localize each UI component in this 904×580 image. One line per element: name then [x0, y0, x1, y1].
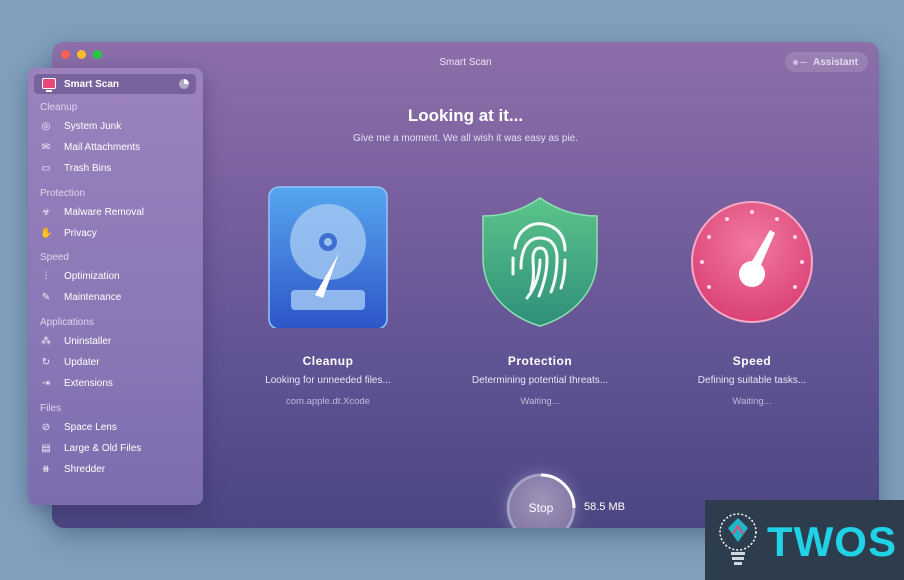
protection-title: Protection [507, 354, 573, 368]
sidebar-item-smart-scan[interactable]: Smart Scan [34, 74, 196, 94]
lens-icon: ⊘ [41, 422, 51, 433]
cleanup-detail: com.apple.dt.Xcode [286, 396, 370, 407]
section-speed: Speed [40, 252, 69, 263]
section-protection: Protection [40, 188, 86, 199]
assistant-icon [792, 59, 798, 65]
hand-icon: ✋ [40, 228, 53, 239]
sidebar-item-uninstaller[interactable]: ⁂ Uninstaller [40, 335, 111, 349]
scanned-size: 58.5 MB [584, 501, 625, 513]
extensions-icon: ⇥ [41, 378, 51, 389]
hard-drive-icon [243, 178, 413, 330]
speed-title: Speed [732, 354, 772, 368]
sidebar-item-mail-attachments[interactable]: ✉ Mail Attachments [40, 141, 140, 155]
cleanup-module: Cleanup Looking for unneeded files... co… [243, 178, 413, 407]
section-applications: Applications [40, 317, 94, 328]
sidebar-item-updater[interactable]: ↻ Updater [40, 356, 100, 370]
watermark-text: TWOS [767, 518, 897, 565]
protection-detail: Waiting... [520, 396, 560, 407]
section-cleanup: Cleanup [40, 102, 78, 113]
section-files: Files [40, 403, 62, 414]
biohazard-icon: ☣ [41, 207, 51, 218]
disk-icon: ◎ [41, 121, 51, 132]
update-icon: ↻ [41, 357, 51, 368]
shredder-icon: ⧻ [41, 464, 51, 475]
progress-ring [506, 473, 576, 528]
sidebar-item-privacy[interactable]: ✋ Privacy [40, 227, 97, 241]
watermark: TWOS [705, 500, 904, 580]
sidebar-item-extensions[interactable]: ⇥ Extensions [40, 377, 113, 391]
protection-module: Protection Determining potential threats… [455, 178, 625, 407]
mail-icon: ✉ [41, 142, 51, 153]
sidebar-item-trash-bins[interactable]: ▭ Trash Bins [40, 162, 111, 176]
apps-icon: ⁂ [41, 336, 51, 347]
assistant-label: Assistant [812, 56, 858, 68]
stop-button[interactable]: Stop [506, 473, 576, 528]
sidebar-item-maintenance[interactable]: ✎ Maintenance [40, 291, 121, 305]
cleanup-title: Cleanup [302, 354, 354, 368]
lightbulb-logo-icon [719, 513, 757, 565]
fingerprint-shield-icon [455, 178, 625, 328]
sidebar-item-label: Smart Scan [64, 79, 120, 90]
sidebar-item-malware-removal[interactable]: ☣ Malware Removal [40, 206, 145, 220]
window-title: Smart Scan [439, 57, 492, 68]
assistant-button[interactable]: Assistant [784, 52, 868, 72]
speedometer-icon [667, 178, 837, 328]
folder-icon: ▤ [41, 443, 51, 454]
monitor-icon [42, 78, 56, 92]
sidebar: Smart Scan Cleanup ◎ System Junk ✉ Mail … [28, 68, 203, 505]
sidebar-item-shredder[interactable]: ⧻ Shredder [40, 463, 105, 477]
speed-status: Defining suitable tasks... [697, 375, 807, 386]
sliders-icon: ⫶ [44, 271, 48, 282]
sidebar-item-space-lens[interactable]: ⊘ Space Lens [40, 421, 117, 435]
protection-status: Determining potential threats... [471, 375, 609, 386]
cleanup-status: Looking for unneeded files... [265, 375, 391, 386]
speed-detail: Waiting... [732, 396, 772, 407]
speed-module: Speed Defining suitable tasks... Waiting… [667, 178, 837, 407]
pie-progress-icon [179, 79, 189, 89]
trash-icon: ▭ [41, 163, 51, 174]
sidebar-item-optimization[interactable]: ⫶ Optimization [40, 270, 120, 284]
wrench-icon: ✎ [41, 292, 51, 303]
sidebar-item-system-junk[interactable]: ◎ System Junk [40, 120, 122, 134]
sidebar-item-large-old-files[interactable]: ▤ Large & Old Files [40, 442, 141, 456]
